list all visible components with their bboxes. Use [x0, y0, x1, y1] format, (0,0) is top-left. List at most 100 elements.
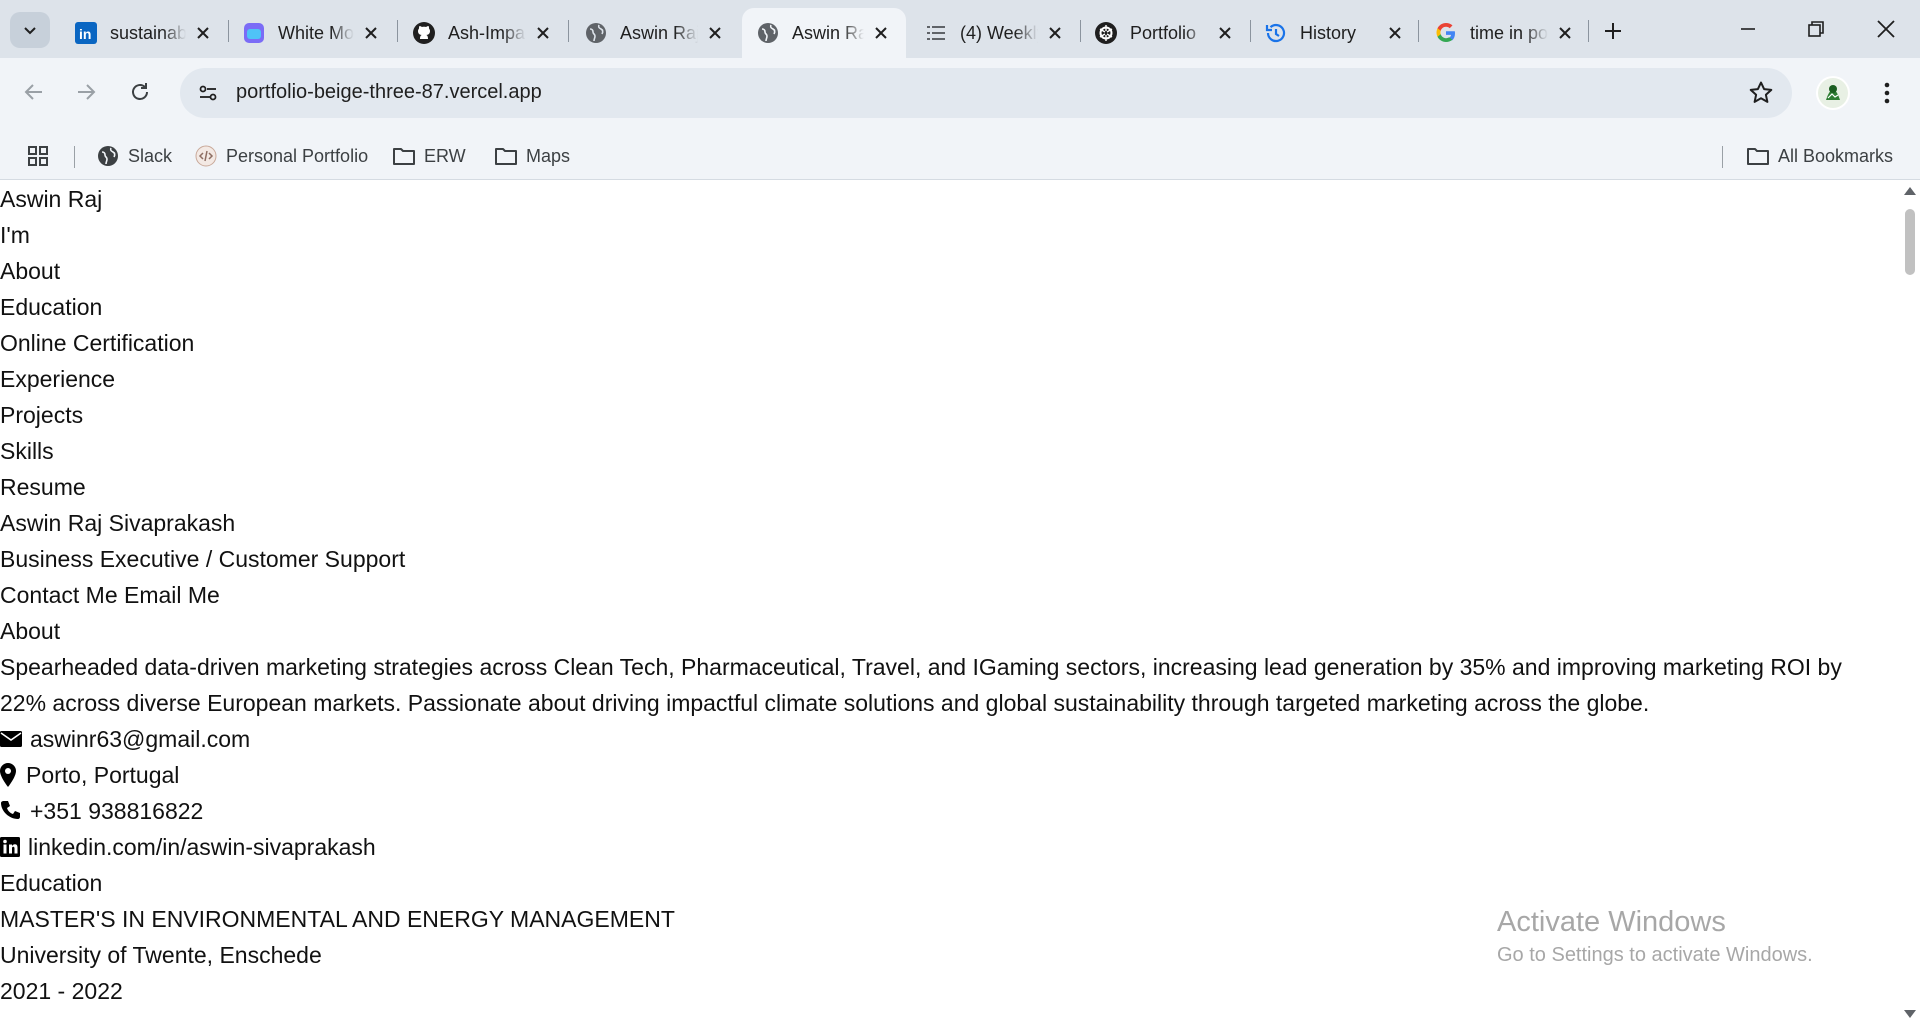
tab-github[interactable]: Ash-Impact: [398, 8, 568, 58]
site-brand[interactable]: Aswin Raj: [0, 181, 1900, 217]
close-icon[interactable]: [704, 22, 726, 44]
tab-title: Aswin Raj: [792, 22, 864, 43]
browser-menu-button[interactable]: [1872, 76, 1902, 110]
reload-icon: [132, 83, 148, 100]
windows-activation-watermark: Activate Windows Go to Settings to activ…: [1497, 903, 1813, 969]
tab-title: Ash-Impact: [448, 22, 526, 43]
restore-button[interactable]: [1782, 0, 1850, 58]
new-tab-button[interactable]: [1596, 14, 1630, 48]
nav-link-education[interactable]: Education: [0, 289, 1900, 325]
apps-button[interactable]: [26, 138, 58, 174]
close-icon: [1877, 20, 1895, 38]
tab-linkedin[interactable]: in sustainability: [60, 8, 228, 58]
all-bookmarks-label: All Bookmarks: [1778, 145, 1894, 166]
close-icon[interactable]: [870, 22, 892, 44]
tab-title: History: [1300, 22, 1357, 43]
linkedin-icon: in: [74, 21, 98, 45]
close-icon[interactable]: [192, 22, 214, 44]
tab-strip: in sustainability White Mountain Ash-Imp…: [0, 0, 1920, 58]
nav-link-projects[interactable]: Projects: [0, 397, 1900, 433]
tab-white-mountain[interactable]: White Mountain: [228, 8, 396, 58]
back-button[interactable]: [14, 72, 54, 112]
scroll-up-arrow-icon[interactable]: [1904, 187, 1916, 195]
tab-title: White Mountain: [278, 22, 354, 43]
study-years: 2021 - 2022: [0, 978, 123, 1004]
minimize-icon: [1741, 28, 1755, 30]
github-icon: [412, 21, 436, 45]
tab-separator: [1588, 20, 1589, 42]
folder-icon: [392, 144, 416, 168]
watermark-subtitle: Go to Settings to activate Windows.: [1497, 944, 1813, 966]
close-icon[interactable]: [532, 22, 554, 44]
bookmark-label: Personal Portfolio: [226, 145, 369, 166]
close-icon[interactable]: [1554, 22, 1576, 44]
forward-button[interactable]: [66, 72, 106, 112]
nav-link-skills[interactable]: Skills: [0, 433, 1900, 469]
chevron-down-icon: [24, 27, 36, 35]
location-text: Porto, Portugal: [26, 762, 180, 788]
tab-separator: [1418, 20, 1419, 42]
close-window-button[interactable]: [1852, 0, 1920, 58]
nav-link-experience[interactable]: Experience: [0, 361, 1900, 397]
bookmark-personal-portfolio[interactable]: Personal Portfolio: [194, 138, 368, 174]
bookmark-label: ERW: [424, 145, 466, 166]
tab-history[interactable]: History: [1250, 8, 1420, 58]
contact-location: Porto, Portugal: [0, 757, 1900, 793]
linkedin-text: linkedin.com/in/aswin-sivaprakash: [28, 834, 376, 860]
restore-icon: [1808, 21, 1824, 37]
contact-phone[interactable]: +351 938816822: [0, 793, 1900, 829]
nav-link-about[interactable]: About: [0, 253, 1900, 289]
tab-search-button[interactable]: [10, 12, 50, 48]
history-icon: [1264, 21, 1288, 45]
typed-intro: I'm: [0, 222, 30, 248]
globe-icon: [756, 21, 780, 45]
google-icon: [1434, 21, 1458, 45]
tab-portfolio[interactable]: Portfolio: [1080, 8, 1250, 58]
scroll-thumb[interactable]: [1905, 209, 1915, 275]
phone-text: +351 938816822: [30, 798, 204, 824]
bookmark-slack[interactable]: Slack: [96, 138, 172, 174]
minimize-button[interactable]: [1714, 0, 1782, 58]
tab-separator: [568, 20, 569, 42]
contact-email[interactable]: aswinr63@gmail.com: [0, 721, 1900, 757]
site-info-icon[interactable]: [192, 77, 224, 109]
map-marker-icon: [0, 763, 20, 787]
all-bookmarks-button[interactable]: All Bookmarks: [1746, 138, 1893, 174]
contact-buttons[interactable]: Contact Me Email Me: [0, 577, 1900, 613]
about-text: Spearheaded data-driven marketing strate…: [0, 654, 1842, 716]
bookmark-separator: [1722, 146, 1723, 168]
page-scrollbar[interactable]: [1900, 181, 1920, 1020]
close-icon[interactable]: [1214, 22, 1236, 44]
bookmark-star-icon[interactable]: [1748, 80, 1774, 106]
nav-link-resume[interactable]: Resume: [0, 469, 1900, 505]
contact-linkedin[interactable]: linkedin.com/in/aswin-sivaprakash: [0, 829, 1900, 865]
tab-aswin-raj-active[interactable]: Aswin Raj: [742, 8, 906, 58]
hero-role: Business Executive / Customer Support: [0, 546, 406, 572]
bookmark-label: Slack: [128, 145, 173, 166]
avatar-icon: [1818, 78, 1848, 108]
url-text[interactable]: portfolio-beige-three-87.vercel.app: [236, 81, 542, 104]
close-icon[interactable]: [360, 22, 382, 44]
watermark-title: Activate Windows: [1497, 906, 1726, 938]
bookmark-folder-erw[interactable]: ERW: [392, 138, 466, 174]
envelope-icon: [0, 727, 24, 751]
close-icon[interactable]: [1384, 22, 1406, 44]
nav-link-online-certification[interactable]: Online Certification: [0, 325, 1900, 361]
arrow-right-icon: [78, 84, 96, 100]
scroll-down-arrow-icon[interactable]: [1904, 1010, 1916, 1018]
bookmark-separator: [74, 146, 75, 168]
address-bar[interactable]: portfolio-beige-three-87.vercel.app: [180, 68, 1792, 118]
apps-grid-icon: [26, 144, 50, 168]
tab-google-search[interactable]: time in portugal: [1420, 8, 1590, 58]
tab-aswin-raj[interactable]: Aswin Raj: [570, 8, 740, 58]
globe-icon: [584, 21, 608, 45]
close-icon[interactable]: [1044, 22, 1066, 44]
profile-avatar[interactable]: [1816, 76, 1850, 110]
reload-button[interactable]: [120, 72, 160, 112]
education-heading: Education: [0, 870, 103, 896]
tab-weekly[interactable]: (4) Weekly: [910, 8, 1080, 58]
bookmark-label: Maps: [526, 145, 571, 166]
arrow-left-icon: [24, 84, 42, 100]
bookmark-folder-maps[interactable]: Maps: [494, 138, 570, 174]
tab-title: Aswin Raj: [620, 22, 698, 43]
